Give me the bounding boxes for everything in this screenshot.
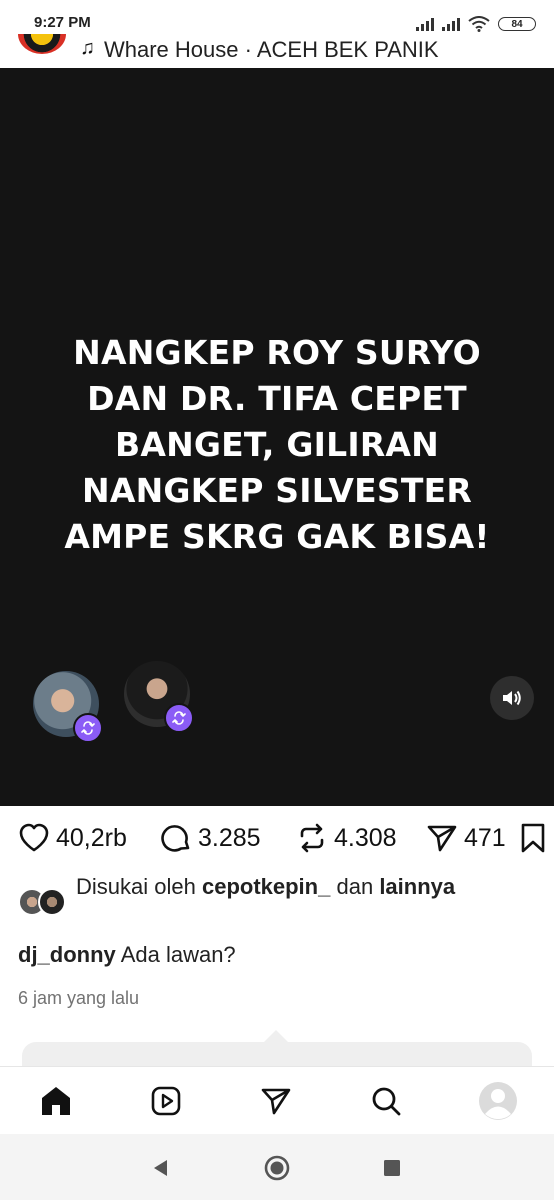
liked-by-connector: dan	[336, 874, 374, 899]
speaker-icon	[503, 690, 521, 706]
battery-indicator: 84	[498, 17, 536, 31]
profile-avatar	[479, 1082, 517, 1120]
sound-toggle-button[interactable]	[490, 676, 534, 720]
like-button[interactable]: 40,2rb	[18, 822, 127, 854]
status-icons: 84	[416, 14, 536, 34]
send-icon	[427, 825, 457, 852]
home-circle-icon	[264, 1155, 290, 1181]
audio-title[interactable]: Whare House · ACEH BEK PANIK	[104, 37, 439, 63]
reposter-avatar[interactable]	[33, 671, 103, 743]
home-icon	[42, 1087, 70, 1115]
nav-search[interactable]	[366, 1081, 406, 1121]
search-icon	[372, 1087, 401, 1116]
repost-button[interactable]: 4.308	[296, 822, 397, 854]
comment-count: 3.285	[198, 823, 261, 852]
system-recents-button[interactable]	[378, 1154, 406, 1182]
repost-badge-icon	[164, 703, 194, 733]
liked-by-text: Disukai oleh cepotkepin_ dan lainnya	[76, 872, 526, 902]
liked-by-others[interactable]: lainnya	[379, 874, 455, 899]
post-header: ♫ Whare House · ACEH BEK PANIK	[0, 34, 554, 68]
action-bar: 40,2rb 3.285 4.308 471	[0, 806, 554, 868]
direct-icon	[261, 1088, 291, 1115]
back-triangle-icon	[154, 1160, 167, 1176]
liked-by-prefix: Disukai oleh	[76, 874, 196, 899]
comment-button[interactable]: 3.285	[160, 822, 261, 854]
signal-icon	[442, 17, 460, 31]
music-note-icon: ♫	[80, 37, 95, 59]
nav-direct[interactable]	[256, 1081, 296, 1121]
system-back-button[interactable]	[146, 1154, 174, 1182]
share-count: 471	[464, 823, 506, 852]
recents-square-icon	[384, 1160, 400, 1176]
reposter-avatar[interactable]	[124, 661, 194, 733]
nav-reels[interactable]	[146, 1081, 186, 1121]
repost-count: 4.308	[334, 823, 397, 852]
caption-username[interactable]: dj_donny	[18, 942, 116, 967]
bookmark-icon	[521, 823, 545, 853]
repost-icon	[300, 823, 324, 853]
heart-icon	[19, 823, 49, 852]
share-button[interactable]: 471	[426, 822, 506, 854]
signal-icon	[416, 17, 434, 31]
wifi-icon	[468, 16, 490, 32]
like-count: 40,2rb	[56, 823, 127, 852]
liker-avatar	[38, 888, 66, 916]
save-button[interactable]	[520, 822, 546, 854]
repost-badge-icon	[73, 713, 103, 743]
comment-icon	[161, 825, 190, 852]
status-time: 9:27 PM	[34, 14, 91, 31]
reels-icon	[151, 1086, 181, 1116]
media-overlay-text: NANGKEP ROY SURYO DAN DR. TIFA CEPET BAN…	[64, 333, 490, 556]
post-timestamp: 6 jam yang lalu	[18, 988, 140, 1008]
post-caption: dj_donny Ada lawan?	[18, 942, 236, 968]
liked-by-user[interactable]: cepotkepin_	[202, 874, 330, 899]
nav-home[interactable]	[36, 1081, 76, 1121]
system-home-button[interactable]	[263, 1154, 291, 1182]
bottom-navigation	[0, 1066, 554, 1135]
status-bar: 9:27 PM 84	[0, 0, 554, 36]
nav-profile[interactable]	[478, 1081, 518, 1121]
caption-text: Ada lawan?	[120, 942, 236, 967]
system-navigation-bar	[0, 1134, 554, 1200]
